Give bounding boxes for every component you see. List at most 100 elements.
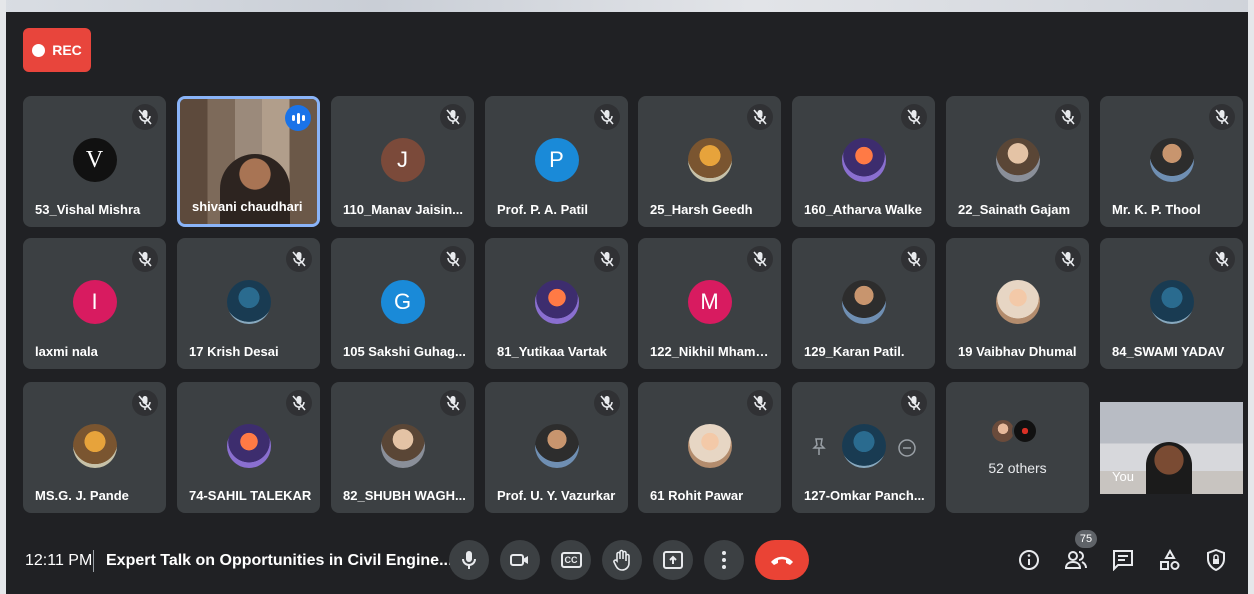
muted-indicator	[594, 390, 620, 416]
others-count: 52 others	[988, 460, 1047, 476]
chat-button[interactable]	[1109, 546, 1137, 574]
participant-tile[interactable]: Prof. U. Y. Vazurkar	[485, 382, 628, 513]
window-top-edge	[0, 0, 1254, 12]
mic-off-icon	[138, 109, 152, 125]
mic-off-icon	[907, 395, 921, 411]
participant-name: Mr. K. P. Thool	[1112, 202, 1201, 217]
avatar	[72, 424, 117, 468]
avatar	[995, 138, 1040, 182]
avatar	[841, 424, 886, 468]
mic-off-icon	[446, 109, 460, 125]
participant-tile[interactable]: 74-SAHIL TALEKAR	[177, 382, 320, 513]
mic-off-icon	[138, 251, 152, 267]
muted-indicator	[1055, 246, 1081, 272]
participant-tile[interactable]: P Prof. P. A. Patil	[485, 96, 628, 227]
avatar	[1149, 138, 1194, 182]
mic-off-icon	[292, 251, 306, 267]
participant-name: Prof. U. Y. Vazurkar	[497, 488, 616, 503]
self-view-tile[interactable]: You	[1100, 402, 1243, 494]
participant-name: 122_Nikhil Mhamu...	[650, 344, 774, 359]
muted-indicator	[132, 390, 158, 416]
muted-indicator	[286, 246, 312, 272]
mic-off-icon	[753, 251, 767, 267]
participant-tile[interactable]: 17 Krish Desai	[177, 238, 320, 369]
participant-tile[interactable]: 22_Sainath Gajam	[946, 96, 1089, 227]
people-button[interactable]	[1062, 546, 1090, 574]
others-tile[interactable]: 52 others	[946, 382, 1089, 513]
present-icon	[663, 551, 683, 569]
pin-icon[interactable]	[812, 438, 826, 456]
participant-name: 129_Karan Patil.	[804, 344, 905, 359]
muted-indicator	[901, 104, 927, 130]
mic-off-icon	[753, 109, 767, 125]
clock-time: 12:11 PM	[25, 552, 93, 569]
captions-button[interactable]: CC	[551, 540, 591, 580]
participant-tile[interactable]: J 110_Manav Jaisin...	[331, 96, 474, 227]
raise-hand-button[interactable]	[602, 540, 642, 580]
participant-tile[interactable]: 61 Rohit Pawar	[638, 382, 781, 513]
participant-tile[interactable]: 81_Yutikaa Vartak	[485, 238, 628, 369]
microphone-button[interactable]	[449, 540, 489, 580]
record-dot-icon	[32, 43, 46, 57]
participant-tile[interactable]: 25_Harsh Geedh	[638, 96, 781, 227]
avatar	[1149, 280, 1194, 324]
muted-indicator	[132, 104, 158, 130]
mic-off-icon	[446, 251, 460, 267]
muted-indicator	[747, 246, 773, 272]
participant-tile[interactable]: shivani chaudhari	[177, 96, 320, 227]
participant-tile[interactable]: V 53_Vishal Mishra	[23, 96, 166, 227]
captions-icon: CC	[560, 552, 582, 568]
participant-tile[interactable]: MS.G. J. Pande	[23, 382, 166, 513]
participant-name: MS.G. J. Pande	[35, 488, 129, 503]
window-left-edge	[0, 0, 6, 594]
more-options-button[interactable]	[704, 540, 744, 580]
participant-name: 17 Krish Desai	[189, 344, 279, 359]
avatar	[687, 424, 732, 468]
activities-button[interactable]	[1156, 546, 1184, 574]
participant-tile[interactable]: 127-Omkar Panch...	[792, 382, 935, 513]
present-screen-button[interactable]	[653, 540, 693, 580]
avatar-initial: P	[549, 147, 564, 172]
participant-name: 22_Sainath Gajam	[958, 202, 1070, 217]
participant-tile[interactable]: M 122_Nikhil Mhamu...	[638, 238, 781, 369]
avatar: V	[72, 138, 117, 182]
hand-icon	[613, 549, 630, 571]
participant-name: 61 Rohit Pawar	[650, 488, 744, 503]
avatar-initial: J	[397, 147, 408, 172]
participant-tile[interactable]: Mr. K. P. Thool	[1100, 96, 1243, 227]
avatar: G	[380, 280, 425, 324]
avatar	[841, 280, 886, 324]
participant-tile[interactable]: 160_Atharva Walke	[792, 96, 935, 227]
participant-tile[interactable]: G 105 Sakshi Guhag...	[331, 238, 474, 369]
avatar-initial: G	[393, 289, 412, 314]
avatar: M	[687, 280, 732, 324]
participant-tile[interactable]: 19 Vaibhav Dhumal	[946, 238, 1089, 369]
participant-tile[interactable]: 82_SHUBH WAGH...	[331, 382, 474, 513]
participant-name: 105 Sakshi Guhag...	[343, 344, 466, 359]
people-icon	[1064, 551, 1087, 569]
camera-button[interactable]	[500, 540, 540, 580]
avatar: I	[72, 280, 117, 324]
participant-name: 74-SAHIL TALEKAR	[189, 488, 312, 503]
meeting-title[interactable]: Expert Talk on Opportunities in Civil En…	[106, 552, 452, 570]
meeting-details-button[interactable]	[1015, 546, 1043, 574]
info-icon	[1019, 550, 1039, 570]
participant-name: laxmi nala	[35, 344, 98, 359]
chat-icon	[1113, 550, 1133, 571]
muted-indicator	[1055, 104, 1081, 130]
avatar	[995, 280, 1040, 324]
participant-name: 19 Vaibhav Dhumal	[958, 344, 1077, 359]
mic-off-icon	[600, 109, 614, 125]
participant-tile[interactable]: Ilaxmi nala	[23, 238, 166, 369]
hang-up-icon	[771, 556, 793, 565]
participant-tile[interactable]: 84_SWAMI YADAV	[1100, 238, 1243, 369]
avatar-initial: I	[91, 289, 98, 314]
participant-name: 82_SHUBH WAGH...	[343, 488, 466, 503]
leave-call-button[interactable]	[755, 540, 809, 580]
microphone-icon	[462, 551, 476, 569]
avatar	[226, 424, 271, 468]
remove-icon[interactable]	[897, 438, 917, 458]
speaking-indicator-icon	[285, 105, 311, 131]
host-controls-button[interactable]	[1202, 546, 1230, 574]
participant-tile[interactable]: 129_Karan Patil.	[792, 238, 935, 369]
